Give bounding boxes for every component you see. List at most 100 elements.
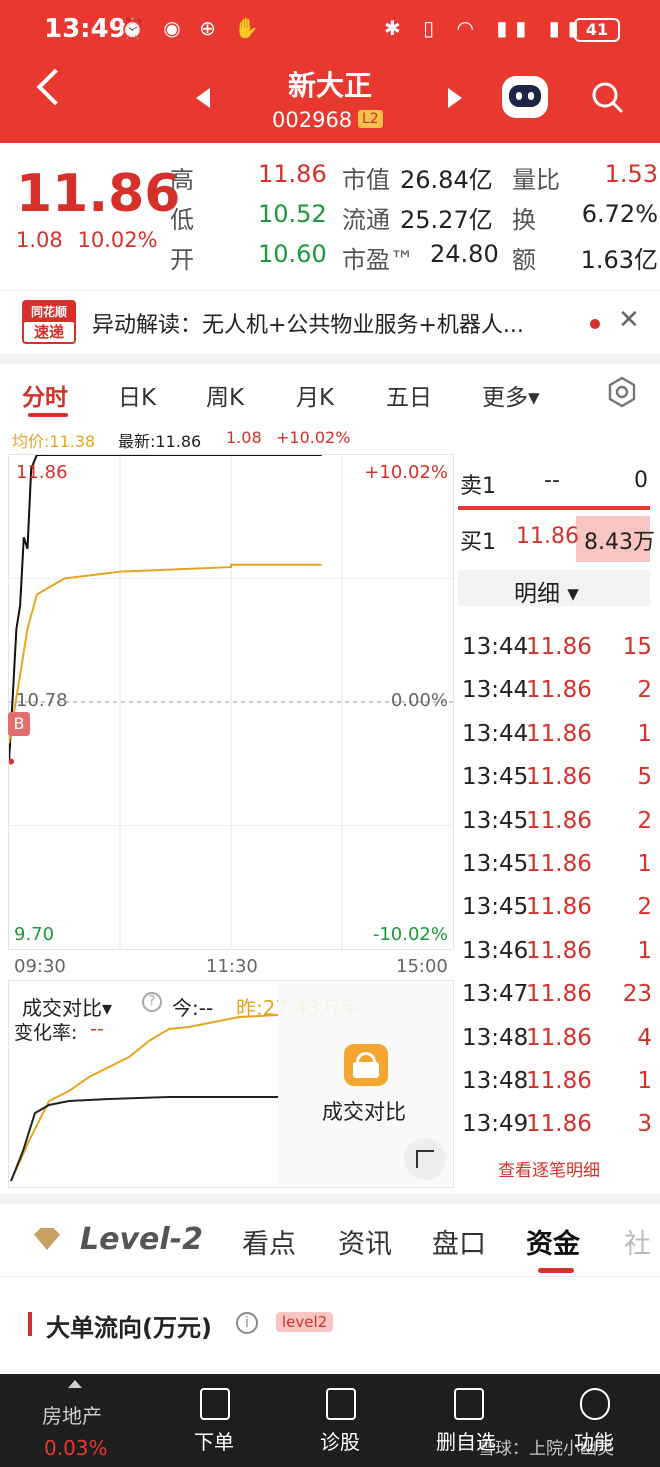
detail-toggle-label: 明细 ▾ bbox=[514, 581, 579, 607]
trade-time: 13:47 bbox=[462, 981, 529, 1008]
mcap-label: 市值 bbox=[342, 166, 390, 194]
chart-settings-icon[interactable] bbox=[606, 376, 638, 408]
divider bbox=[0, 354, 660, 364]
watermark: 雪球：上院小幽灵 bbox=[478, 1439, 614, 1459]
trade-row: 13:45 11.86 2 bbox=[462, 808, 652, 838]
open-point bbox=[9, 758, 14, 765]
tab-highlights[interactable]: 看点 bbox=[242, 1222, 296, 1261]
trade-price: 11.86 bbox=[526, 981, 592, 1008]
trade-volume: 23 bbox=[622, 981, 652, 1008]
sell1-label: 卖1 bbox=[460, 474, 496, 499]
sector-name[interactable]: 房地产 bbox=[42, 1400, 102, 1429]
tab-weekly-k[interactable]: 周K bbox=[206, 378, 244, 412]
x-axis-start: 09:30 bbox=[14, 956, 66, 977]
low-label: 低 bbox=[170, 206, 194, 234]
remove-watchlist-icon[interactable] bbox=[454, 1388, 484, 1420]
menu-icon[interactable] bbox=[580, 1388, 610, 1420]
tab-level2[interactable]: Level-2 bbox=[80, 1222, 203, 1257]
tab-daily-k[interactable]: 日K bbox=[118, 378, 156, 412]
status-time: 13:49 bbox=[44, 14, 127, 44]
float-label: 流通 bbox=[342, 206, 390, 234]
trade-time: 13:49 bbox=[462, 1111, 529, 1138]
search-icon[interactable] bbox=[590, 80, 624, 114]
latest-change: 1.08 bbox=[226, 428, 262, 447]
trade-price: 11.86 bbox=[526, 720, 592, 747]
diagnose-icon[interactable] bbox=[326, 1388, 356, 1420]
trade-price: 11.86 bbox=[526, 764, 592, 791]
tab-community[interactable]: 社 bbox=[624, 1222, 651, 1261]
price-change: 1.08 10.02% bbox=[16, 228, 158, 252]
lock-icon bbox=[344, 1044, 388, 1086]
tab-monthly-k[interactable]: 月K bbox=[296, 378, 334, 412]
pct-axis-top: +10.02% bbox=[364, 462, 448, 483]
trade-time: 13:48 bbox=[462, 1068, 529, 1094]
ths-logo-top: 同花顺 bbox=[30, 305, 67, 319]
trade-row: 13:44 11.86 1 bbox=[462, 721, 652, 751]
trade-volume: 2 bbox=[637, 677, 652, 704]
intraday-chart[interactable] bbox=[8, 454, 454, 950]
y-axis-top: 11.86 bbox=[16, 462, 68, 483]
status-notification-icons: ⏰ ◉ ⊕ ✋ bbox=[120, 16, 266, 40]
view-all-trades-link[interactable]: 查看逐笔明细 bbox=[498, 1156, 600, 1181]
detail-toggle[interactable]: 明细 ▾ bbox=[458, 570, 650, 607]
trade-time: 13:45 bbox=[462, 851, 529, 877]
trade-price: 11.86 bbox=[526, 894, 592, 921]
expand-up-icon[interactable] bbox=[68, 1380, 82, 1388]
trade-volume: 2 bbox=[637, 807, 652, 834]
level2-badge: L2 bbox=[358, 110, 383, 128]
trade-volume: 2 bbox=[637, 894, 652, 921]
signal-icons: ✱ ▯ ◠ ▮▮ ▮▮ bbox=[384, 16, 587, 40]
lock-label: 成交对比 bbox=[322, 1100, 406, 1124]
expand-icon[interactable] bbox=[404, 1138, 446, 1180]
avg-price: 均价:11.38 bbox=[12, 432, 96, 451]
tab-intraday[interactable]: 分时 bbox=[22, 378, 68, 412]
high-label: 高 bbox=[170, 166, 194, 194]
trade-time: 13:45 bbox=[462, 894, 529, 921]
order-icon[interactable] bbox=[200, 1388, 230, 1420]
y-axis-mid: 10.78 bbox=[16, 690, 68, 711]
trade-volume: 1 bbox=[637, 937, 652, 964]
turnover-value: 6.72% bbox=[581, 200, 658, 228]
next-stock-icon[interactable] bbox=[448, 88, 462, 108]
diagnose-button[interactable]: 诊股 bbox=[320, 1426, 360, 1455]
trade-row: 13:45 11.86 2 bbox=[462, 894, 652, 924]
trade-row: 13:46 11.86 1 bbox=[462, 938, 652, 968]
trade-row: 13:44 11.86 2 bbox=[462, 677, 652, 707]
tab-funds[interactable]: 资金 bbox=[526, 1222, 580, 1261]
order-button[interactable]: 下单 bbox=[194, 1426, 234, 1455]
volume-compare-title[interactable]: 成交对比▾ bbox=[22, 992, 112, 1021]
buy-marker[interactable]: B bbox=[8, 712, 30, 736]
active-tab-indicator bbox=[28, 413, 68, 417]
x-axis-end: 15:00 bbox=[396, 956, 448, 977]
open-value: 10.60 bbox=[258, 240, 327, 268]
trade-volume: 5 bbox=[637, 764, 652, 791]
buy1-label: 买1 bbox=[460, 530, 496, 555]
trade-row: 13:49 11.86 3 bbox=[462, 1111, 652, 1141]
trade-price: 11.86 bbox=[526, 1024, 592, 1051]
trade-volume: 1 bbox=[637, 851, 652, 877]
robot-assistant-icon[interactable] bbox=[502, 76, 548, 118]
change-pct: 10.02% bbox=[77, 228, 158, 252]
ticker-text[interactable]: 异动解读：无人机+公共物业服务+机器人... bbox=[92, 307, 524, 339]
tab-more[interactable]: 更多▾ bbox=[482, 378, 540, 412]
section-title: 大单流向(万元) bbox=[46, 1314, 212, 1342]
info-icon[interactable]: i bbox=[236, 1312, 258, 1334]
volume-ratio-label: 量比 bbox=[512, 166, 560, 194]
open-label: 开 bbox=[170, 246, 194, 274]
trade-price: 11.86 bbox=[526, 634, 592, 660]
news-ticker[interactable]: 同花顺 速递 异动解读：无人机+公共物业服务+机器人... ✕ bbox=[0, 290, 660, 354]
ths-logo-bottom: 速递 bbox=[24, 322, 74, 342]
tab-news[interactable]: 资讯 bbox=[338, 1222, 392, 1261]
stock-code: 002968 bbox=[272, 108, 353, 132]
tab-five-day[interactable]: 五日 bbox=[386, 378, 432, 412]
stock-name: 新大正 bbox=[287, 69, 372, 102]
trade-row: 13:47 11.86 23 bbox=[462, 981, 652, 1011]
section-marker bbox=[28, 1312, 32, 1336]
help-icon[interactable]: ? bbox=[142, 992, 162, 1012]
avg-price-line bbox=[9, 563, 322, 744]
change-rate-value: -- bbox=[90, 1018, 104, 1040]
trade-time: 13:45 bbox=[462, 807, 529, 834]
today-volume-line bbox=[10, 1096, 279, 1182]
tab-order-book[interactable]: 盘口 bbox=[432, 1222, 486, 1261]
close-icon[interactable]: ✕ bbox=[618, 305, 640, 335]
